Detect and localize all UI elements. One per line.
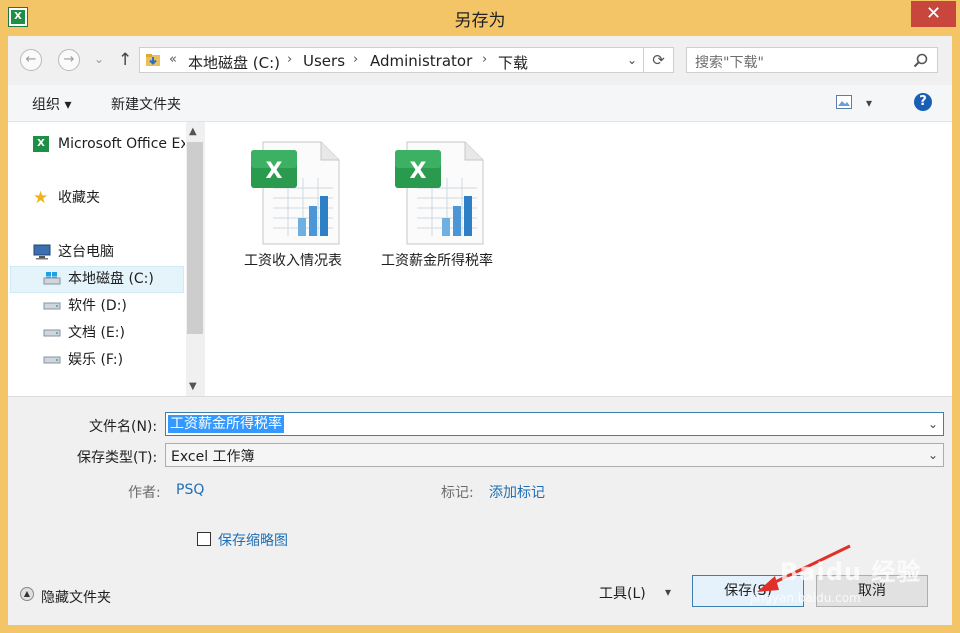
scroll-down-arrow-icon[interactable]: ▼ bbox=[189, 381, 197, 392]
organize-menu[interactable]: 组织 ▾ bbox=[32, 94, 71, 114]
nav-item-drive-d[interactable]: 软件 (D:) bbox=[43, 293, 183, 319]
nav-item-label: 这台电脑 bbox=[58, 244, 114, 260]
view-dropdown-chevron-icon[interactable]: ▾ bbox=[866, 96, 872, 110]
windows-drive-icon bbox=[43, 272, 61, 285]
nav-item-favorites[interactable]: ★ 收藏夹 bbox=[33, 185, 185, 211]
filename-input[interactable]: 工资薪金所得税率 bbox=[168, 415, 284, 433]
address-history-chevron-icon[interactable]: ⌄ bbox=[627, 53, 637, 67]
svg-text:X: X bbox=[410, 159, 427, 184]
file-name: 工资收入情况表 bbox=[244, 253, 342, 269]
nav-item-label: 娱乐 (F:) bbox=[68, 352, 124, 368]
filetype-dropdown-chevron-icon[interactable]: ⌄ bbox=[928, 448, 938, 462]
nav-item-drive-e[interactable]: 文档 (E:) bbox=[43, 320, 183, 346]
baidu-watermark: Baidu 经验 bbox=[780, 558, 922, 586]
nav-item-drive-c[interactable]: 本地磁盘 (C:) bbox=[43, 266, 183, 292]
window-title: 另存为 bbox=[454, 11, 506, 31]
drive-icon bbox=[43, 329, 61, 337]
filename-label: 文件名(N): bbox=[89, 419, 158, 435]
computer-icon bbox=[33, 244, 51, 260]
new-folder-button[interactable]: 新建文件夹 bbox=[111, 94, 181, 114]
search-input[interactable]: 搜索"下载" bbox=[695, 52, 764, 72]
tags-label: 标记: bbox=[441, 485, 474, 501]
save-thumbnail-label[interactable]: 保存缩略图 bbox=[218, 530, 288, 550]
collapse-folders-icon[interactable]: ▲ bbox=[20, 587, 34, 601]
breadcrumb-separator[interactable]: › bbox=[482, 52, 487, 67]
author-label: 作者: bbox=[128, 485, 161, 501]
drive-icon bbox=[43, 356, 61, 364]
refresh-button[interactable]: ⟳ bbox=[644, 47, 674, 73]
forward-button[interactable]: → bbox=[58, 49, 80, 71]
watermark-url: jingyan.baidu.com bbox=[750, 591, 861, 605]
file-name: 工资薪金所得税率 bbox=[381, 253, 493, 269]
breadcrumb-overflow[interactable]: « bbox=[169, 52, 177, 67]
back-button[interactable]: ← bbox=[20, 49, 42, 71]
nav-item-label: 软件 (D:) bbox=[68, 298, 127, 314]
excel-file-icon: X bbox=[251, 141, 340, 245]
tools-menu[interactable]: 工具(L) bbox=[599, 583, 646, 603]
star-icon: ★ bbox=[33, 188, 49, 208]
excel-file-icon: X bbox=[395, 141, 484, 245]
nav-item-office-excel[interactable]: X Microsoft Office Ex bbox=[33, 131, 185, 157]
filetype-label: 保存类型(T): bbox=[77, 450, 158, 466]
hide-folders-toggle[interactable]: 隐藏文件夹 bbox=[41, 587, 111, 607]
close-button[interactable]: ✕ bbox=[911, 1, 956, 27]
nav-item-this-pc[interactable]: 这台电脑 bbox=[33, 239, 185, 265]
filetype-select[interactable]: Excel 工作簿 ⌄ bbox=[165, 443, 944, 467]
nav-item-drive-f[interactable]: 娱乐 (F:) bbox=[43, 347, 183, 373]
filename-dropdown-chevron-icon[interactable]: ⌄ bbox=[928, 417, 938, 431]
drive-icon bbox=[43, 302, 61, 310]
breadcrumb-separator[interactable]: › bbox=[353, 52, 358, 67]
author-field[interactable]: PSQ bbox=[176, 482, 204, 498]
excel-icon: X bbox=[33, 136, 49, 152]
search-box[interactable]: 搜索"下载" bbox=[686, 47, 938, 73]
pane-divider bbox=[8, 396, 952, 397]
filename-combo[interactable]: 工资薪金所得税率 ⌄ bbox=[165, 412, 944, 436]
breadcrumb-administrator[interactable]: Administrator bbox=[370, 52, 472, 70]
breadcrumb-drive-c[interactable]: 本地磁盘 (C:) bbox=[188, 52, 280, 73]
tools-dropdown-chevron-icon[interactable]: ▾ bbox=[665, 585, 671, 599]
filetype-value: Excel 工作簿 bbox=[171, 449, 255, 465]
nav-item-label: 收藏夹 bbox=[58, 190, 100, 206]
command-bar: 组织 ▾ 新建文件夹 ▾ ? bbox=[8, 85, 952, 122]
tags-field[interactable]: 添加标记 bbox=[489, 482, 545, 502]
file-item[interactable]: X 工资收入情况表 bbox=[228, 138, 358, 271]
view-options-icon[interactable] bbox=[836, 95, 852, 109]
file-item[interactable]: X 工资薪金所得税率 bbox=[372, 138, 502, 271]
search-icon[interactable] bbox=[913, 53, 928, 68]
breadcrumb-separator[interactable]: › bbox=[287, 52, 292, 67]
folder-download-icon bbox=[146, 54, 160, 66]
breadcrumb-downloads[interactable]: 下载 bbox=[498, 52, 528, 73]
breadcrumb-users[interactable]: Users bbox=[303, 52, 345, 70]
scroll-up-arrow-icon[interactable]: ▲ bbox=[189, 126, 197, 137]
nav-item-label: 本地磁盘 (C:) bbox=[68, 271, 154, 287]
recent-locations-chevron-icon[interactable]: ⌄ bbox=[94, 52, 104, 66]
nav-scrollbar-thumb[interactable] bbox=[187, 142, 203, 334]
save-thumbnail-checkbox[interactable] bbox=[197, 532, 211, 546]
help-icon[interactable]: ? bbox=[914, 93, 932, 111]
up-button[interactable]: ↑ bbox=[118, 50, 132, 70]
svg-text:X: X bbox=[266, 159, 283, 184]
nav-item-label: 文档 (E:) bbox=[68, 325, 125, 341]
address-bar[interactable]: « 本地磁盘 (C:) › Users › Administrator › 下载… bbox=[139, 47, 644, 73]
nav-item-label: Microsoft Office Ex bbox=[58, 136, 185, 152]
